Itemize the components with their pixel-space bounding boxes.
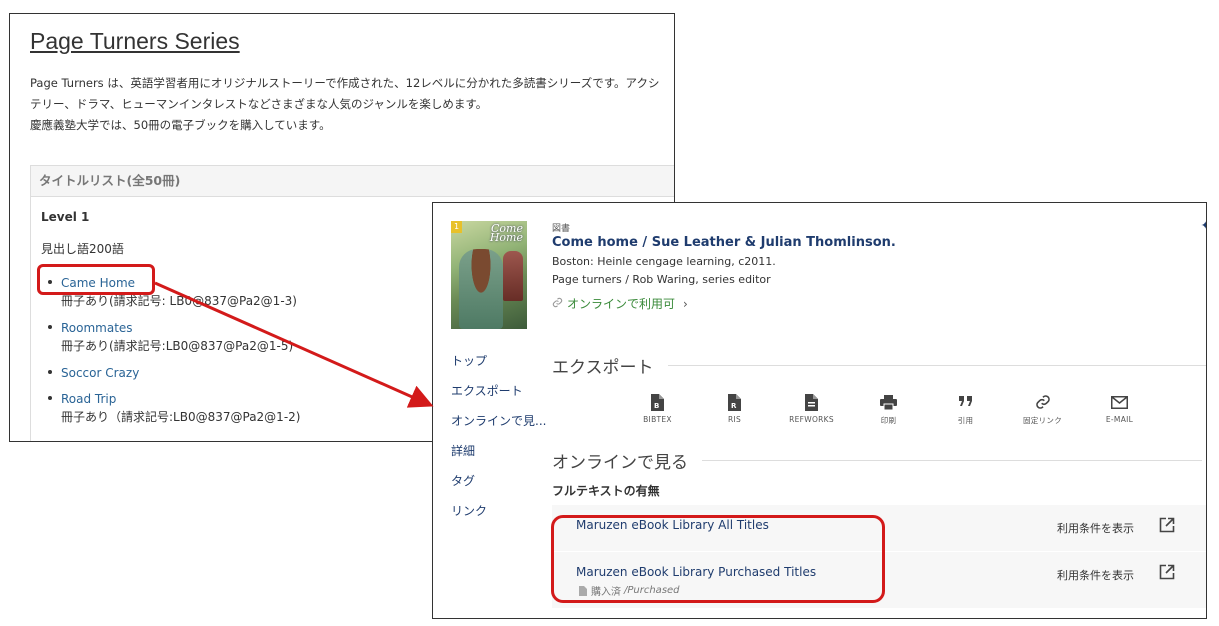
series-description: Page Turners は、英語学習者用にオリジナルストーリーで作成された、1… bbox=[30, 73, 674, 136]
cover-figure bbox=[459, 249, 503, 329]
view-online-heading-text: オンラインで見る bbox=[552, 453, 688, 473]
print-button[interactable]: 印刷 bbox=[850, 393, 927, 426]
export-label: BIBTEX bbox=[643, 415, 672, 424]
permalink-button[interactable]: 固定リンク bbox=[1004, 393, 1081, 426]
nav-item-view-online[interactable]: オンラインで見... bbox=[451, 413, 546, 443]
description-line: テリー、ドラマ、ヒューマンインタレストなどさまざまな人気のジャンルを楽しめます。 bbox=[30, 97, 488, 111]
bullet bbox=[48, 370, 52, 374]
show-terms-link[interactable]: 利用条件を表示 bbox=[1057, 567, 1134, 583]
pin-icon[interactable]: ✦ bbox=[1201, 219, 1206, 232]
export-label: 印刷 bbox=[880, 416, 897, 425]
word-count: 見出し語200語 bbox=[41, 242, 124, 256]
section-nav: トップ エクスポート オンラインで見... 詳細 タグ リンク bbox=[451, 353, 546, 533]
highlight-box-came-home bbox=[37, 264, 155, 295]
cite-button[interactable]: 引用 bbox=[927, 393, 1004, 426]
email-icon bbox=[1081, 393, 1158, 411]
fulltext-availability-label: フルテキストの有無 bbox=[552, 484, 660, 498]
record-publisher: Boston: Heinle cengage learning, c2011. bbox=[552, 255, 776, 268]
svg-text:B: B bbox=[654, 402, 659, 410]
file-ris-icon: R bbox=[696, 393, 773, 411]
export-heading-text: エクスポート bbox=[552, 358, 654, 378]
bullet bbox=[48, 325, 52, 329]
cover-title: Come Home bbox=[489, 223, 523, 244]
external-link-icon[interactable] bbox=[1159, 517, 1175, 537]
email-button[interactable]: E-MAIL bbox=[1081, 393, 1158, 426]
link-icon bbox=[552, 297, 563, 311]
page-title: Page Turners Series bbox=[30, 28, 240, 54]
export-label: E-MAIL bbox=[1105, 415, 1134, 424]
online-availability-link[interactable]: オンラインで利用可 › bbox=[552, 295, 688, 312]
export-section-heading: エクスポート bbox=[552, 353, 1206, 378]
export-label: 固定リンク bbox=[1023, 416, 1062, 425]
list-item: Road Trip 冊子あり（請求記号:LB0@837@Pa2@1-2) bbox=[47, 390, 300, 426]
title-link-road-trip[interactable]: Road Trip bbox=[61, 390, 300, 408]
title-link-soccor-crazy[interactable]: Soccor Crazy bbox=[61, 364, 300, 382]
permalink-icon bbox=[1004, 393, 1081, 411]
call-number-note: 冊子あり(請求記号:LB0@837@Pa2@1-5) bbox=[61, 339, 294, 353]
export-label: 引用 bbox=[957, 416, 974, 425]
export-label: RIS bbox=[727, 415, 742, 424]
chevron-right-icon: › bbox=[683, 296, 688, 311]
level-badge: 1 bbox=[451, 221, 462, 233]
external-link-icon[interactable] bbox=[1159, 564, 1175, 584]
book-cover-image[interactable]: 1 Come Home bbox=[451, 221, 527, 329]
file-bibtex-icon: B bbox=[619, 393, 696, 411]
nav-item-links[interactable]: リンク bbox=[451, 503, 546, 533]
title-list-header: タイトルリスト(全50冊) bbox=[31, 166, 674, 197]
record-title[interactable]: Come home / Sue Leather & Julian Thomlin… bbox=[552, 235, 896, 250]
divider bbox=[702, 460, 1202, 461]
nav-item-tags[interactable]: タグ bbox=[451, 473, 546, 503]
divider bbox=[667, 365, 1206, 366]
level-heading: Level 1 bbox=[41, 210, 90, 224]
list-item: Roommates 冊子あり(請求記号:LB0@837@Pa2@1-5) bbox=[47, 319, 300, 355]
description-line: 慶應義塾大学では、50冊の電子ブックを購入しています。 bbox=[30, 118, 331, 132]
list-item: Soccor Crazy bbox=[47, 364, 300, 382]
export-bibtex-button[interactable]: B BIBTEX bbox=[619, 393, 696, 426]
export-ris-button[interactable]: R RIS bbox=[696, 393, 773, 426]
call-number-note: 冊子あり（請求記号:LB0@837@Pa2@1-2) bbox=[61, 410, 301, 424]
export-actions: B BIBTEX R RIS REFWORKS 印刷 引用 固定リンク E-MA… bbox=[619, 393, 1158, 426]
bullet bbox=[48, 396, 52, 400]
quote-icon bbox=[927, 393, 1004, 411]
view-online-section-heading: オンラインで見る bbox=[552, 448, 1202, 473]
online-availability-label: オンラインで利用可 bbox=[567, 297, 676, 311]
record-type: 図書 bbox=[552, 224, 571, 234]
printer-icon bbox=[850, 393, 927, 411]
nav-item-export[interactable]: エクスポート bbox=[451, 383, 546, 413]
cover-title-line: Home bbox=[489, 231, 523, 244]
export-refworks-button[interactable]: REFWORKS bbox=[773, 393, 850, 426]
title-list: Came Home 冊子あり(請求記号: LB0@837@Pa2@1-3) Ro… bbox=[47, 274, 300, 426]
highlight-box-ebook-links bbox=[551, 515, 885, 603]
record-series: Page turners / Rob Waring, series editor bbox=[552, 273, 771, 286]
svg-text:R: R bbox=[731, 402, 737, 410]
title-link-roommates[interactable]: Roommates bbox=[61, 319, 300, 337]
show-terms-link[interactable]: 利用条件を表示 bbox=[1057, 520, 1134, 536]
description-line: Page Turners は、英語学習者用にオリジナルストーリーで作成された、1… bbox=[30, 76, 660, 90]
nav-item-details[interactable]: 詳細 bbox=[451, 443, 546, 473]
export-label: REFWORKS bbox=[789, 415, 834, 424]
nav-item-top[interactable]: トップ bbox=[451, 353, 546, 383]
file-refworks-icon bbox=[773, 393, 850, 411]
cover-figure bbox=[503, 251, 523, 301]
